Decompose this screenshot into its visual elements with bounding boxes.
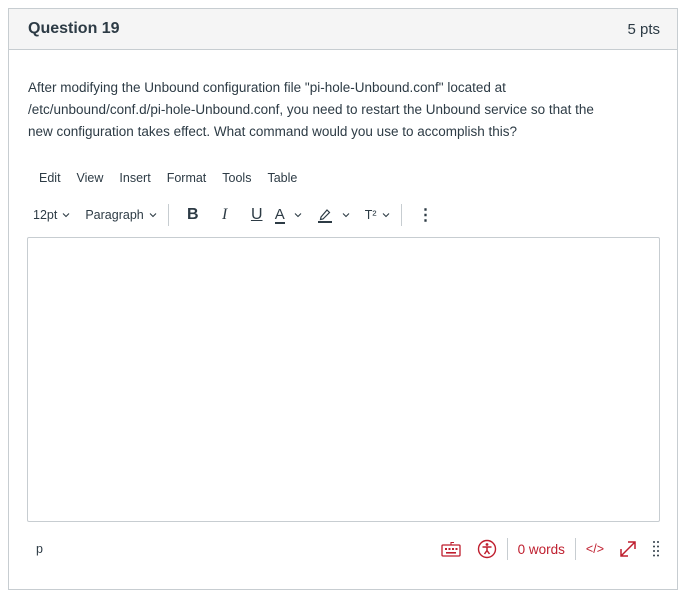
highlight-color-button[interactable] — [317, 207, 351, 223]
menu-table[interactable]: Table — [259, 171, 305, 185]
element-path[interactable]: p — [27, 542, 43, 556]
block-format-label: Paragraph — [85, 208, 144, 222]
chevron-down-icon — [294, 213, 302, 218]
editor-menubar: Edit View Insert Format Tools Table — [31, 171, 305, 185]
fullscreen-icon[interactable] — [618, 539, 638, 559]
question-title: Question 19 — [28, 20, 120, 37]
font-size-dropdown[interactable]: 12pt — [33, 208, 71, 222]
font-size-label: 12pt — [33, 208, 58, 222]
menu-view[interactable]: View — [69, 171, 112, 185]
editor-statusbar: p 0 words </> — [27, 537, 660, 561]
underline-button[interactable]: U — [243, 206, 271, 224]
toolbar-divider — [400, 204, 402, 226]
question-text-line: new configuration takes effect. What com… — [28, 124, 518, 139]
text-color-glyph: A — [274, 205, 285, 224]
menu-format[interactable]: Format — [159, 171, 215, 185]
block-format-dropdown[interactable]: Paragraph — [85, 208, 157, 222]
editor-toolbar: 12pt Paragraph B I U A T² ⋮ — [33, 204, 436, 226]
keyboard-icon[interactable] — [440, 541, 461, 557]
question-header: Question 19 5 pts — [9, 9, 677, 50]
word-count[interactable]: 0 words — [518, 542, 565, 557]
text-color-button[interactable]: A — [274, 205, 303, 224]
question-points: 5 pts — [627, 20, 660, 38]
statusbar-divider — [574, 538, 576, 560]
statusbar-tools: 0 words </> — [440, 538, 660, 560]
bold-button[interactable]: B — [179, 206, 207, 224]
statusbar-divider — [506, 538, 508, 560]
toolbar-divider — [167, 204, 169, 226]
more-options-button[interactable]: ⋮ — [416, 205, 436, 225]
chevron-down-icon — [149, 213, 157, 218]
italic-button[interactable]: I — [211, 206, 239, 224]
superscript-label: T² — [364, 208, 377, 222]
menu-edit[interactable]: Edit — [31, 171, 69, 185]
superscript-dropdown[interactable]: T² — [365, 208, 391, 222]
resize-handle-icon[interactable] — [652, 540, 660, 558]
question-card: Question 19 5 pts After modifying the Un… — [8, 8, 678, 590]
accessibility-icon[interactable] — [477, 539, 497, 559]
chevron-down-icon — [62, 213, 70, 218]
menu-tools[interactable]: Tools — [214, 171, 259, 185]
rich-text-editor-area[interactable] — [27, 237, 660, 522]
chevron-down-icon — [382, 213, 389, 218]
highlight-icon — [317, 209, 332, 223]
question-text-line: /etc/unbound/conf.d/pi-hole-Unbound.conf… — [28, 102, 594, 117]
question-text-line: After modifying the Unbound configuratio… — [28, 80, 506, 95]
html-editor-toggle[interactable]: </> — [586, 542, 604, 556]
chevron-down-icon — [342, 213, 350, 218]
question-text: After modifying the Unbound configuratio… — [28, 77, 658, 143]
menu-insert[interactable]: Insert — [111, 171, 158, 185]
